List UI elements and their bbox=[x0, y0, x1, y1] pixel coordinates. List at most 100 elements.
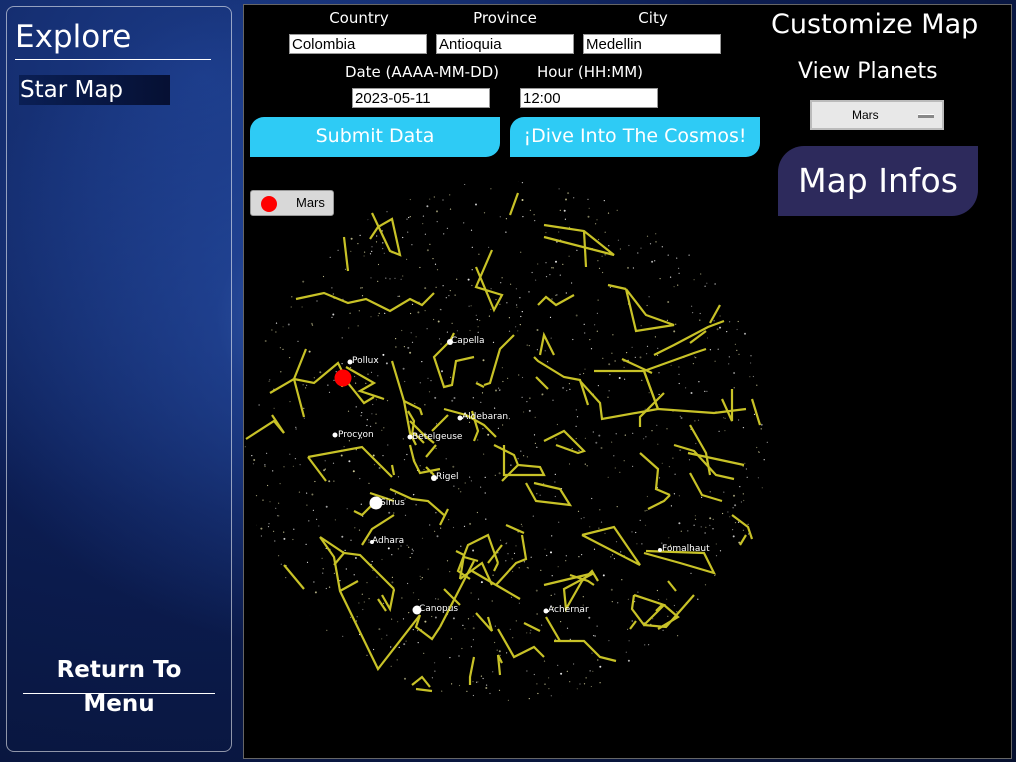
background-star bbox=[268, 523, 270, 525]
background-star bbox=[412, 550, 414, 552]
background-star bbox=[331, 316, 333, 318]
background-star bbox=[526, 344, 528, 346]
background-star bbox=[261, 554, 263, 556]
background-star bbox=[435, 447, 437, 450]
background-star bbox=[409, 198, 411, 201]
background-star bbox=[406, 218, 408, 220]
background-star bbox=[289, 637, 292, 639]
background-star bbox=[529, 209, 531, 211]
background-star bbox=[627, 681, 629, 683]
background-star bbox=[289, 357, 291, 359]
background-star bbox=[608, 363, 611, 366]
nav-item-star-map[interactable]: Star Map bbox=[19, 75, 170, 105]
background-star bbox=[558, 188, 560, 190]
background-star bbox=[322, 568, 324, 570]
background-star bbox=[434, 616, 437, 619]
background-star bbox=[654, 260, 656, 262]
background-star bbox=[523, 455, 525, 457]
background-star bbox=[275, 639, 277, 641]
background-star bbox=[759, 549, 761, 551]
background-star bbox=[386, 634, 388, 636]
background-star bbox=[410, 312, 412, 315]
background-star bbox=[275, 507, 277, 509]
background-star bbox=[669, 222, 671, 224]
background-star bbox=[609, 286, 611, 288]
background-star bbox=[245, 356, 247, 358]
background-star bbox=[742, 701, 743, 702]
background-star bbox=[446, 560, 449, 562]
background-star bbox=[616, 506, 618, 508]
background-star bbox=[404, 677, 406, 680]
background-star bbox=[677, 226, 679, 228]
background-star bbox=[762, 679, 765, 681]
background-star bbox=[332, 313, 335, 316]
background-star bbox=[760, 428, 762, 430]
background-star bbox=[255, 495, 258, 497]
background-star bbox=[752, 669, 754, 672]
background-star bbox=[615, 541, 618, 543]
background-star bbox=[295, 428, 297, 430]
background-star bbox=[419, 266, 421, 269]
background-star bbox=[505, 705, 506, 706]
background-star bbox=[372, 454, 375, 457]
background-star bbox=[429, 524, 431, 526]
background-star bbox=[301, 653, 303, 655]
background-star bbox=[523, 561, 525, 563]
background-star bbox=[469, 476, 471, 478]
background-star bbox=[446, 331, 448, 333]
background-star bbox=[561, 179, 562, 180]
background-star bbox=[536, 446, 538, 448]
background-star bbox=[280, 371, 282, 373]
background-star bbox=[712, 518, 714, 521]
background-star bbox=[365, 194, 367, 196]
background-star bbox=[411, 341, 414, 343]
background-star bbox=[732, 271, 734, 273]
background-star bbox=[774, 439, 775, 440]
background-star bbox=[690, 253, 692, 255]
background-star bbox=[763, 199, 765, 201]
background-star bbox=[753, 687, 755, 689]
background-star bbox=[492, 671, 494, 673]
background-star bbox=[303, 407, 305, 409]
background-star bbox=[533, 673, 535, 676]
background-star bbox=[758, 340, 760, 342]
background-star bbox=[460, 545, 462, 547]
background-star bbox=[515, 620, 517, 622]
background-star bbox=[695, 357, 697, 359]
background-star bbox=[274, 234, 276, 236]
background-star bbox=[274, 540, 276, 542]
background-star bbox=[627, 628, 629, 630]
background-star bbox=[508, 418, 510, 420]
background-star bbox=[529, 632, 531, 634]
background-star bbox=[450, 376, 452, 378]
background-star bbox=[358, 529, 361, 531]
background-star bbox=[249, 347, 251, 349]
background-star bbox=[340, 227, 343, 230]
background-star bbox=[611, 441, 613, 443]
background-star bbox=[593, 548, 596, 550]
background-star bbox=[430, 380, 432, 382]
background-star bbox=[732, 535, 735, 538]
background-star bbox=[658, 702, 659, 703]
background-star bbox=[437, 320, 440, 323]
return-to-menu-button[interactable]: Return To Menu bbox=[23, 653, 215, 717]
background-star bbox=[279, 685, 281, 687]
background-star bbox=[519, 297, 521, 299]
background-star bbox=[365, 382, 367, 384]
background-star bbox=[674, 473, 676, 475]
background-star bbox=[521, 396, 523, 398]
background-star bbox=[366, 424, 368, 427]
background-star bbox=[677, 635, 679, 637]
background-star bbox=[602, 574, 605, 577]
background-star bbox=[701, 197, 704, 199]
background-star bbox=[277, 247, 279, 249]
background-star bbox=[297, 340, 299, 342]
background-star bbox=[760, 423, 763, 426]
background-star bbox=[331, 287, 333, 289]
background-star bbox=[289, 704, 290, 705]
background-star bbox=[312, 622, 314, 624]
background-star bbox=[438, 338, 441, 340]
background-star bbox=[518, 602, 520, 604]
background-star bbox=[715, 543, 717, 545]
background-star bbox=[773, 390, 774, 391]
